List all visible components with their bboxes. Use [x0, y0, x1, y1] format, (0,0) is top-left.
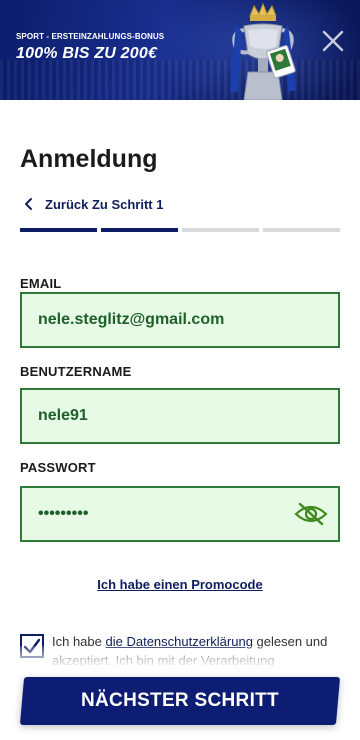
- consent-text: Ich habe die Datenschutzerklärung gelese…: [52, 632, 340, 668]
- page-title: Anmeldung: [20, 145, 158, 173]
- step-segment-4: [263, 228, 340, 232]
- consent-text-before: Ich habe: [52, 634, 106, 649]
- promocode-link[interactable]: Ich habe einen Promocode: [0, 577, 360, 592]
- username-value: nele91: [38, 407, 88, 424]
- consent-checkbox[interactable]: [20, 634, 44, 658]
- email-label: EMAIL: [20, 276, 62, 291]
- password-value: •••••••••: [38, 505, 89, 522]
- chevron-left-icon: [25, 198, 32, 210]
- privacy-policy-link[interactable]: die Datenschutzerklärung: [106, 634, 253, 649]
- password-label: PASSWORT: [20, 460, 96, 475]
- next-step-button-label: NÄCHSTER SCHRITT: [81, 690, 279, 711]
- close-icon[interactable]: [318, 26, 348, 56]
- banner-headline: 100% BIS ZU 200€: [16, 45, 158, 62]
- username-label: BENUTZERNAME: [20, 364, 132, 379]
- email-value: nele.steglitz@gmail.com: [38, 311, 225, 328]
- username-field[interactable]: nele91: [20, 388, 340, 444]
- back-to-step-1-link[interactable]: Zurück Zu Schritt 1: [22, 195, 163, 213]
- step-segment-1: [20, 228, 97, 232]
- step-segment-3: [182, 228, 259, 232]
- eye-off-icon[interactable]: [294, 501, 328, 527]
- checkmark-icon: [23, 638, 41, 654]
- password-field[interactable]: •••••••••: [20, 486, 340, 542]
- next-step-button[interactable]: NÄCHSTER SCHRITT: [19, 677, 341, 725]
- step-segment-2: [101, 228, 178, 232]
- banner-subtitle: SPORT - ERSTEINZAHLUNGS-BONUS: [16, 32, 165, 41]
- trophy-image: [230, 2, 296, 100]
- promo-banner[interactable]: SPORT - ERSTEINZAHLUNGS-BONUS 100% BIS Z…: [0, 0, 360, 100]
- privacy-consent: Ich habe die Datenschutzerklärung gelese…: [20, 632, 340, 668]
- back-link-label: Zurück Zu Schritt 1: [45, 196, 164, 212]
- email-field[interactable]: nele.steglitz@gmail.com: [20, 292, 340, 348]
- step-progress: [20, 228, 340, 232]
